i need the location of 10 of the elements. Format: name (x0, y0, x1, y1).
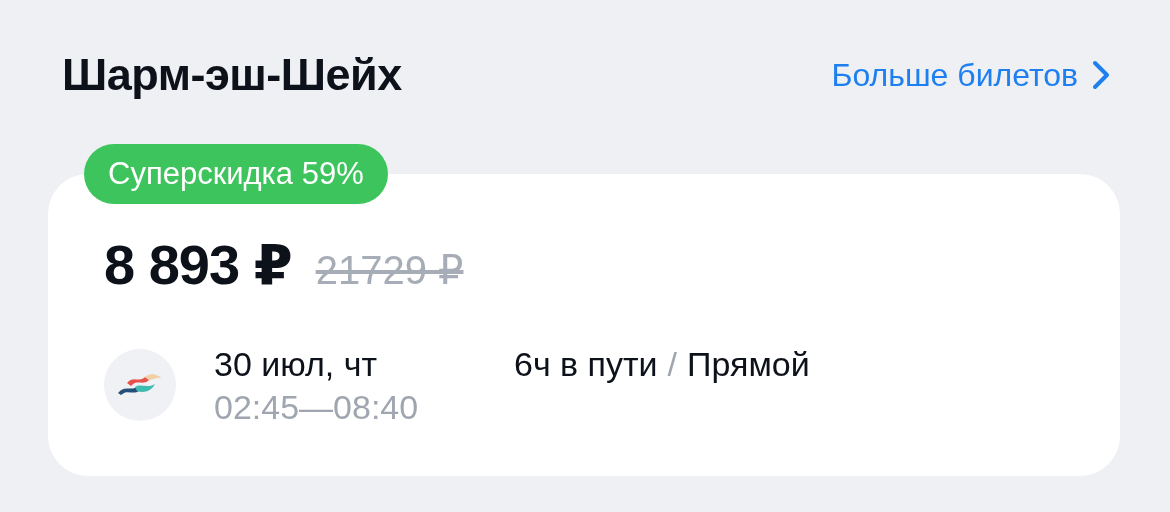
flight-times: 02:45—08:40 (214, 387, 420, 428)
flight-duration: 6ч в пути (514, 344, 658, 385)
route-type: Прямой (687, 344, 810, 385)
discount-badge: Суперскидка 59% (84, 144, 388, 204)
old-price: 21729 ₽ (315, 247, 464, 293)
flight-date: 30 июл, чт (214, 344, 379, 385)
price: 8 893 ₽ (104, 232, 292, 297)
separator: / (667, 344, 677, 385)
chevron-right-icon (1092, 60, 1110, 90)
page-title: Шарм-эш-Шейх (62, 49, 402, 101)
